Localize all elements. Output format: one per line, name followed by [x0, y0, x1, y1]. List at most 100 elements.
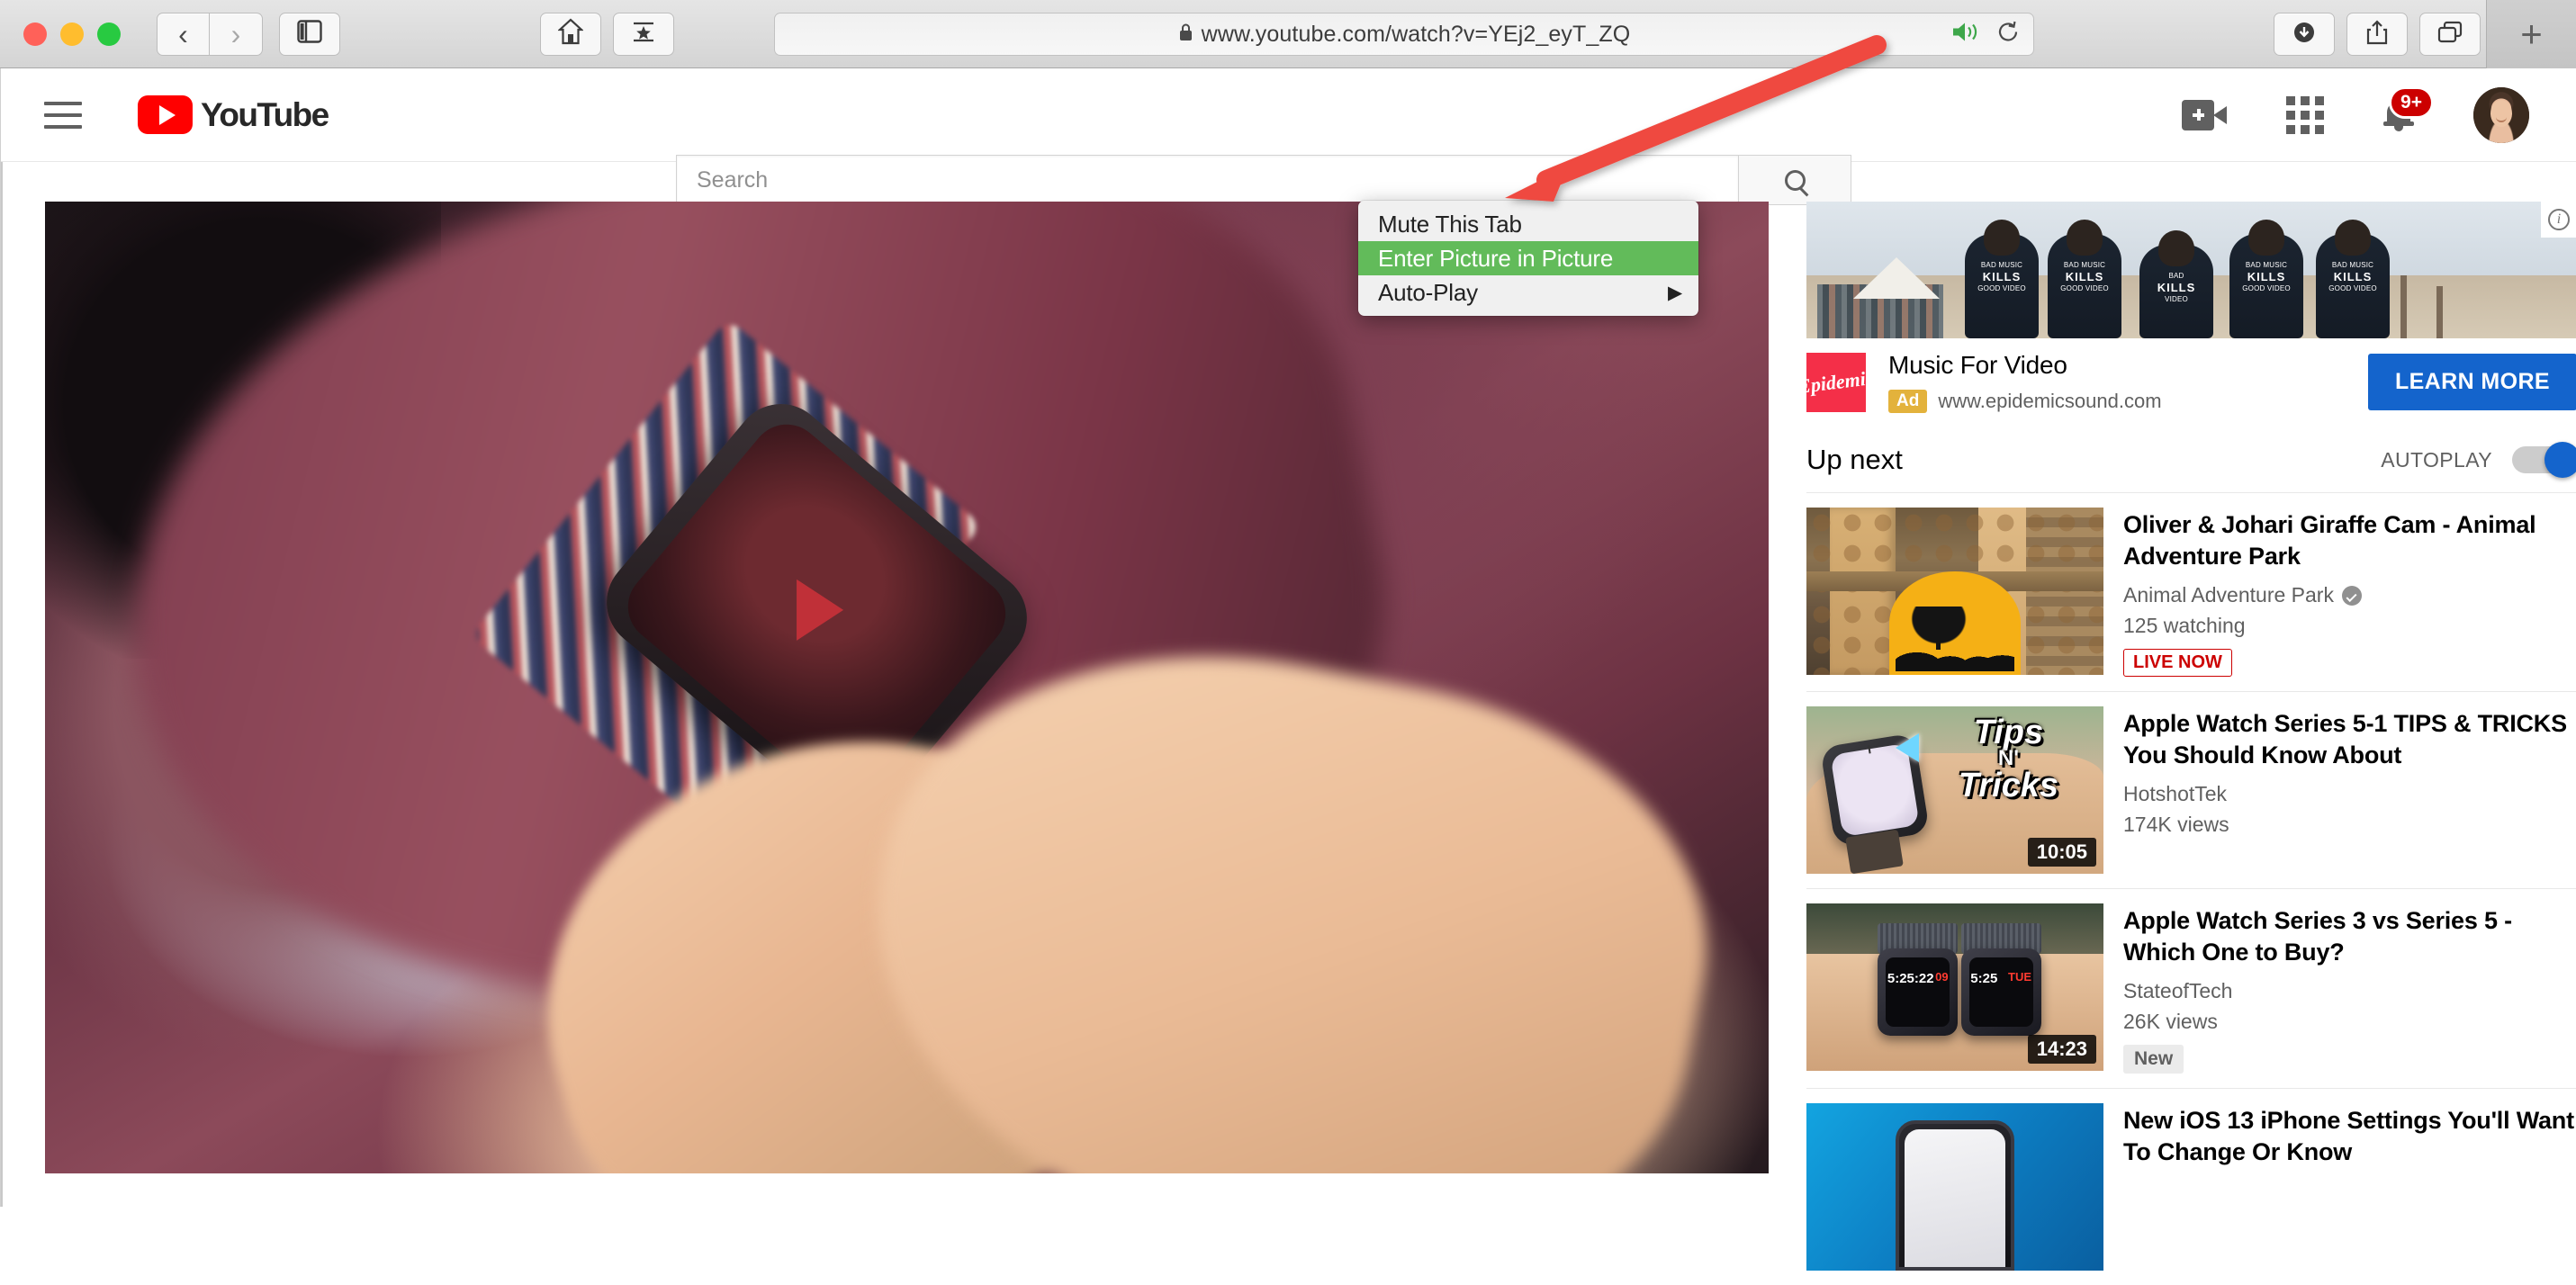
masthead-actions: 9+ — [2182, 85, 2529, 143]
downloads-button[interactable] — [2274, 13, 2335, 56]
youtube-masthead: YouTube Search 9+ — [1, 68, 2576, 205]
tab-overview-button[interactable] — [2419, 13, 2481, 56]
tab-context-menu: Mute This Tab Enter Picture in Picture A… — [1358, 201, 1698, 316]
notifications-button[interactable]: 9+ — [2383, 85, 2434, 131]
video-meta: Apple Watch Series 5-1 TIPS & TRICKS You… — [2123, 706, 2576, 874]
page-left-edge — [1, 68, 3, 1207]
browser-toolbar: ‹ › www.youtube.com/watch?v=YEj2_eyT_ZQ … — [0, 0, 2576, 68]
back-button[interactable]: ‹ — [157, 12, 210, 56]
lock-icon — [1178, 22, 1193, 47]
youtube-logo[interactable]: YouTube — [138, 95, 329, 134]
video-player[interactable] — [45, 202, 1769, 1173]
close-window-button[interactable] — [23, 22, 47, 46]
submenu-arrow-icon: ▶ — [1668, 282, 1682, 303]
menu-item-mute-this-tab[interactable]: Mute This Tab — [1358, 207, 1698, 241]
video-meta: Apple Watch Series 3 vs Series 5 - Which… — [2123, 903, 2576, 1074]
video-channel-name: HotshotTek — [2123, 782, 2228, 806]
video-channel-name: StateofTech — [2123, 979, 2233, 1003]
ad-badge: Ad — [1888, 390, 1928, 413]
plus-icon: + — [2520, 13, 2543, 55]
autoplay-control[interactable]: AUTOPLAY — [2381, 442, 2576, 478]
reload-icon[interactable] — [1995, 20, 2021, 49]
url-text: www.youtube.com/watch?v=YEj2_eyT_ZQ — [1201, 21, 1631, 47]
forward-button[interactable]: › — [210, 12, 263, 56]
video-thumbnail[interactable] — [1806, 1103, 2103, 1272]
apps-grid-icon[interactable] — [2286, 95, 2324, 134]
menu-item-enter-picture-in-picture[interactable]: Enter Picture in Picture — [1358, 241, 1698, 275]
video-channel[interactable]: HotshotTek — [2123, 782, 2576, 806]
learn-more-button[interactable]: LEARN MORE — [2367, 354, 2576, 410]
forward-chevron-icon: › — [230, 17, 241, 50]
ad-info-icon[interactable]: i — [2541, 202, 2576, 238]
ad-title[interactable]: Music For Video — [1888, 351, 2368, 380]
ad-url[interactable]: www.epidemicsound.com — [1938, 390, 2161, 413]
navigation-buttons: ‹ › — [157, 12, 263, 56]
menu-item-auto-play[interactable]: Auto-Play ▶ — [1358, 275, 1698, 310]
home-button[interactable] — [540, 12, 601, 56]
video-views: 174K views — [2123, 813, 2229, 837]
menu-item-label: Enter Picture in Picture — [1378, 244, 1614, 272]
ad-banner-image[interactable]: BAD MUSIC KILLS GOOD VIDEO BAD MUSIC KILLS G… — [1806, 202, 2576, 338]
downloads-icon — [2291, 19, 2318, 50]
menu-item-label: Auto-Play — [1378, 278, 1478, 306]
status-badge: New — [2123, 1045, 2184, 1074]
video-meta: Oliver & Johari Giraffe Cam - Animal Adv… — [2123, 508, 2576, 678]
up-next-header: Up next AUTOPLAY — [1806, 429, 2576, 492]
video-thumbnail[interactable]: 5:25:22 09 5:25 TUE 14:23 — [1806, 903, 2103, 1072]
video-title[interactable]: New iOS 13 iPhone Settings You'll Want T… — [2123, 1105, 2576, 1167]
minimize-window-button[interactable] — [60, 22, 84, 46]
list-item[interactable]: New iOS 13 iPhone Settings You'll Want T… — [1806, 1088, 2576, 1285]
video-meta: New iOS 13 iPhone Settings You'll Want T… — [2123, 1103, 2576, 1271]
search-placeholder: Search — [697, 166, 769, 193]
video-views: 125 watching — [2123, 614, 2246, 638]
video-title[interactable]: Apple Watch Series 3 vs Series 5 - Which… — [2123, 905, 2576, 967]
url-display: www.youtube.com/watch?v=YEj2_eyT_ZQ — [1178, 22, 1631, 48]
home-icon — [557, 18, 584, 49]
autoplay-label: AUTOPLAY — [2381, 447, 2492, 472]
search-input[interactable]: Search — [676, 155, 1738, 205]
search-bar: Search — [676, 155, 1851, 205]
video-title[interactable]: Apple Watch Series 5-1 TIPS & TRICKS You… — [2123, 708, 2576, 770]
youtube-play-icon — [138, 95, 193, 134]
video-title[interactable]: Oliver & Johari Giraffe Cam - Animal Adv… — [2123, 509, 2576, 571]
sidebar-toggle-button[interactable] — [279, 12, 340, 56]
ad-text-block: Music For Video Ad www.epidemicsound.com — [1888, 351, 2368, 413]
sidebar-icon — [297, 20, 322, 48]
video-channel[interactable]: StateofTech — [2123, 979, 2576, 1003]
hamburger-icon[interactable] — [44, 101, 82, 129]
ad-details: Epidemic Music For Video Ad www.epidemic… — [1797, 338, 2576, 429]
notification-count-badge: 9+ — [2389, 85, 2434, 119]
search-icon — [1784, 169, 1806, 191]
status-badge: LIVE NOW — [2123, 649, 2232, 678]
create-video-icon[interactable] — [2182, 99, 2227, 130]
menu-item-label: Mute This Tab — [1378, 210, 1522, 238]
list-item[interactable]: 5:25:22 09 5:25 TUE 14:23 Apple Watch Seri… — [1806, 888, 2576, 1088]
up-next-title: Up next — [1806, 444, 1903, 475]
tab-audio-icon[interactable] — [1950, 20, 1981, 49]
bookmarks-button[interactable] — [613, 12, 674, 56]
address-bar[interactable]: www.youtube.com/watch?v=YEj2_eyT_ZQ — [774, 13, 2034, 56]
list-item[interactable]: Oliver & Johari Giraffe Cam - Animal Adv… — [1806, 492, 2576, 691]
browser-right-tools — [2274, 13, 2481, 56]
avatar[interactable] — [2473, 86, 2529, 143]
video-views: 26K views — [2123, 1010, 2218, 1034]
zoom-window-button[interactable] — [97, 22, 121, 46]
bookmark-star-icon — [631, 19, 656, 49]
video-thumbnail[interactable]: Tips N' Tricks 10:05 — [1806, 706, 2103, 875]
search-submit-button[interactable] — [1738, 155, 1851, 205]
advertiser-logo-text: Epidemic — [1796, 365, 1876, 398]
video-channel[interactable]: Animal Adventure Park — [2123, 583, 2576, 607]
share-button[interactable] — [2346, 13, 2408, 56]
secondary-column: BAD MUSIC KILLS GOOD VIDEO BAD MUSIC KILLS G… — [1797, 202, 2576, 1285]
youtube-wordmark: YouTube — [201, 95, 329, 133]
back-chevron-icon: ‹ — [178, 17, 188, 50]
verified-badge-icon — [2341, 585, 2362, 606]
list-item[interactable]: Tips N' Tricks 10:05 Apple Watch Series 5-… — [1806, 691, 2576, 888]
share-icon — [2364, 19, 2390, 50]
new-tab-button[interactable]: + — [2486, 0, 2576, 68]
video-thumbnail[interactable] — [1806, 508, 2103, 675]
autoplay-toggle[interactable] — [2512, 442, 2576, 478]
advertiser-logo: Epidemic — [1797, 352, 1876, 412]
youtube-page: YouTube Search 9+ BAD MUSIC KILLS GOOD V… — [0, 68, 2576, 1272]
watch-page-content: BAD MUSIC KILLS GOOD VIDEO BAD MUSIC KILLS G… — [1, 162, 2576, 1285]
